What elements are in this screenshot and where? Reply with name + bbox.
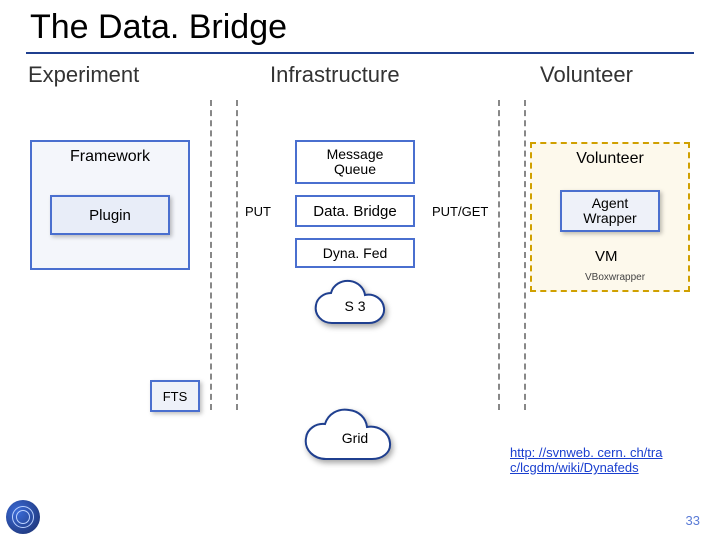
s3-cloud: S 3 bbox=[310, 278, 400, 333]
put-edge-label: PUT bbox=[245, 204, 271, 219]
volunteer-inner-label: Volunteer bbox=[576, 150, 644, 168]
databridge-box: Data. Bridge bbox=[295, 195, 415, 227]
s3-label: S 3 bbox=[310, 298, 400, 314]
vboxwrapper-label: VBoxwrapper bbox=[585, 272, 645, 283]
dynafed-label: Dyna. Fed bbox=[323, 245, 388, 261]
putget-edge-label: PUT/GET bbox=[432, 204, 488, 219]
databridge-label: Data. Bridge bbox=[313, 203, 396, 220]
page-number: 33 bbox=[686, 513, 700, 528]
vm-label: VM bbox=[595, 248, 618, 265]
message-queue-box: Message Queue bbox=[295, 140, 415, 184]
column-volunteer-label: Volunteer bbox=[540, 62, 633, 88]
column-experiment-label: Experiment bbox=[28, 62, 139, 88]
plugin-box: Plugin bbox=[50, 195, 170, 235]
cern-logo-icon bbox=[6, 500, 40, 534]
fts-box: FTS bbox=[150, 380, 200, 412]
plugin-label: Plugin bbox=[89, 207, 131, 224]
separator-left bbox=[210, 100, 212, 410]
dynafeds-link[interactable]: http: //svnweb. cern. ch/tra c/lcgdm/wik… bbox=[510, 445, 700, 475]
message-queue-label: Message Queue bbox=[327, 147, 384, 178]
fts-label: FTS bbox=[163, 389, 188, 404]
column-infrastructure-label: Infrastructure bbox=[270, 62, 400, 88]
agent-wrapper-box: Agent Wrapper bbox=[560, 190, 660, 232]
grid-cloud: Grid bbox=[300, 405, 410, 470]
grid-label: Grid bbox=[300, 430, 410, 446]
title-underline bbox=[26, 52, 694, 54]
slide-title: The Data. Bridge bbox=[30, 8, 287, 47]
separator-left-2 bbox=[236, 100, 238, 410]
framework-label: Framework bbox=[70, 148, 150, 166]
dynafed-box: Dyna. Fed bbox=[295, 238, 415, 268]
agent-wrapper-label: Agent Wrapper bbox=[583, 196, 636, 227]
separator-right-2 bbox=[524, 100, 526, 410]
separator-right bbox=[498, 100, 500, 410]
